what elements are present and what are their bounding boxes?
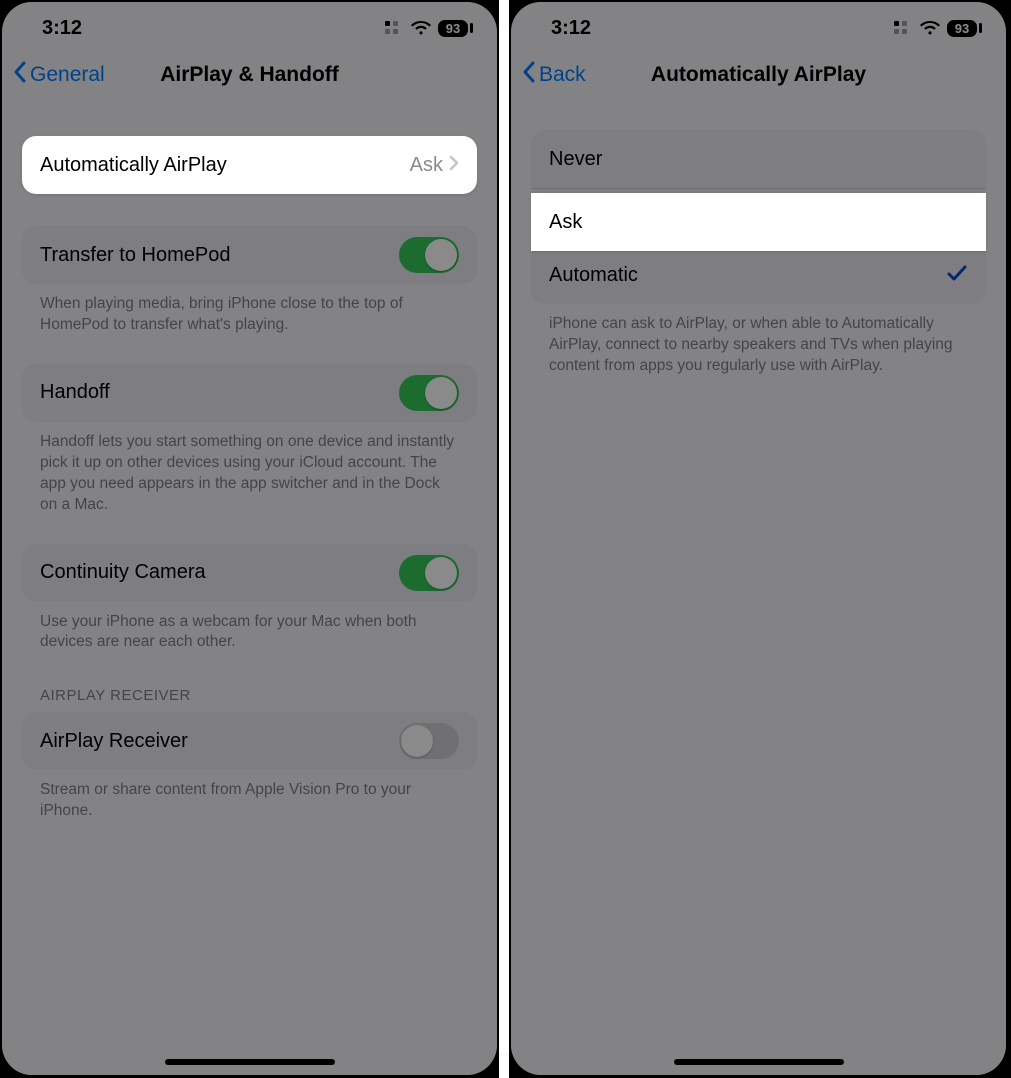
chevron-right-icon: [449, 154, 459, 177]
option-ask-highlight[interactable]: Ask: [531, 193, 986, 251]
status-time: 3:12: [551, 17, 591, 40]
battery-level: 93: [438, 20, 468, 37]
chevron-left-icon: [521, 61, 537, 89]
transfer-label: Transfer to HomePod: [40, 244, 399, 267]
nav-header: General AirPlay & Handoff: [2, 50, 497, 100]
status-bar: 3:12 93: [511, 2, 1006, 50]
phone-right: 3:12 93 Back Automati: [511, 2, 1006, 1075]
transfer-row[interactable]: Transfer to HomePod: [22, 226, 477, 284]
apps-icon: [384, 20, 404, 36]
phone-left: 3:12 93 General: [2, 2, 497, 1075]
home-indicator: [674, 1059, 844, 1065]
continuity-group: Continuity Camera: [22, 544, 477, 602]
receiver-section-header: AIRPLAY RECEIVER: [22, 653, 477, 712]
auto-airplay-row-highlight[interactable]: Automatically AirPlay Ask: [22, 136, 477, 194]
back-label: General: [30, 63, 105, 87]
handoff-group: Handoff: [22, 364, 477, 422]
option-automatic[interactable]: Automatic: [531, 246, 986, 304]
check-icon: [946, 263, 968, 289]
nav-header: Back Automatically AirPlay: [511, 50, 1006, 100]
apps-icon: [893, 20, 913, 36]
home-indicator: [165, 1059, 335, 1065]
battery-level: 93: [947, 20, 977, 37]
receiver-footer: Stream or share content from Apple Visio…: [22, 770, 477, 822]
back-label: Back: [539, 63, 586, 87]
status-time: 3:12: [42, 17, 82, 40]
auto-airplay-label: Automatically AirPlay: [40, 154, 410, 177]
option-never-label: Never: [549, 148, 968, 171]
auto-airplay-value: Ask: [410, 154, 443, 177]
transfer-footer: When playing media, bring iPhone close t…: [22, 284, 477, 336]
handoff-switch[interactable]: [399, 375, 459, 411]
options-footer: iPhone can ask to AirPlay, or when able …: [531, 304, 986, 377]
battery-icon: 93: [947, 20, 982, 37]
back-button[interactable]: Back: [521, 61, 586, 89]
option-ask-label-highlight: Ask: [549, 211, 968, 234]
handoff-footer: Handoff lets you start something on one …: [22, 422, 477, 516]
wifi-icon: [919, 20, 941, 36]
receiver-group: AirPlay Receiver: [22, 712, 477, 770]
continuity-label: Continuity Camera: [40, 561, 399, 584]
receiver-row[interactable]: AirPlay Receiver: [22, 712, 477, 770]
option-automatic-label: Automatic: [549, 264, 946, 287]
wifi-icon: [410, 20, 432, 36]
continuity-footer: Use your iPhone as a webcam for your Mac…: [22, 602, 477, 654]
chevron-left-icon: [12, 61, 28, 89]
handoff-label: Handoff: [40, 381, 399, 404]
battery-icon: 93: [438, 20, 473, 37]
transfer-switch[interactable]: [399, 237, 459, 273]
handoff-row[interactable]: Handoff: [22, 364, 477, 422]
option-never[interactable]: Never: [531, 130, 986, 188]
receiver-label: AirPlay Receiver: [40, 730, 399, 753]
back-button[interactable]: General: [12, 61, 105, 89]
status-bar: 3:12 93: [2, 2, 497, 50]
continuity-row[interactable]: Continuity Camera: [22, 544, 477, 602]
transfer-group: Transfer to HomePod: [22, 226, 477, 284]
continuity-switch[interactable]: [399, 555, 459, 591]
receiver-switch[interactable]: [399, 723, 459, 759]
